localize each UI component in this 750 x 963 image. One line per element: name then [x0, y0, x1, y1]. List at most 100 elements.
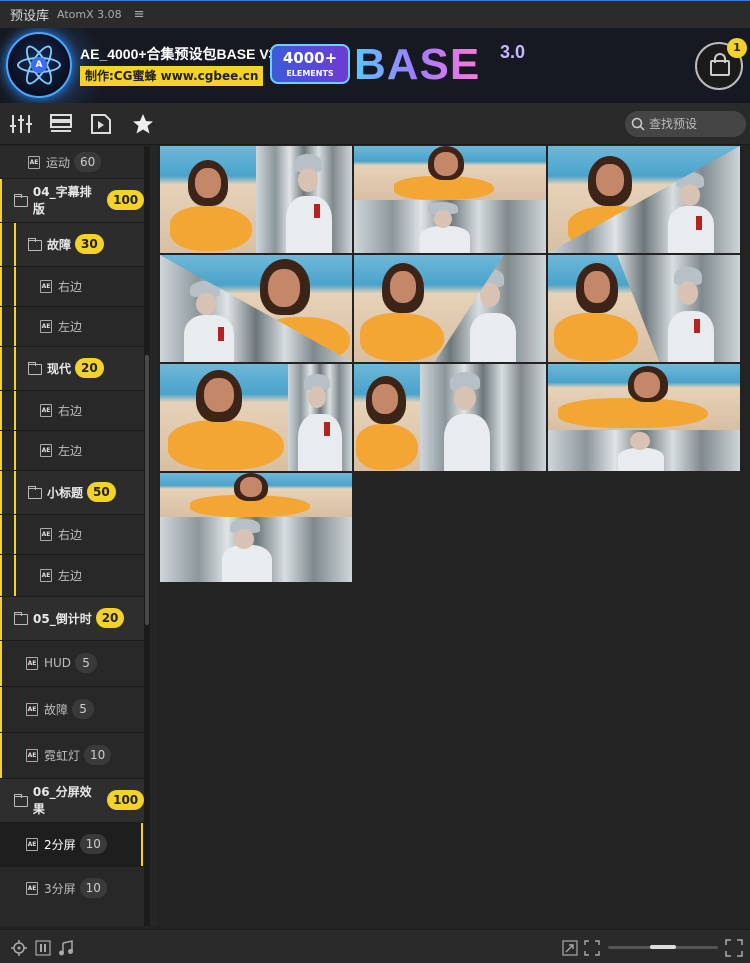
atomx-logo-icon: A — [6, 32, 72, 98]
sidebar-item-motion[interactable]: AE 运动 60 — [0, 146, 144, 178]
sidebar-item-label: 3分屏 — [44, 881, 76, 896]
sliders-icon[interactable] — [9, 112, 33, 136]
list-icon[interactable] — [49, 112, 73, 136]
count-badge: 100 — [107, 790, 144, 810]
count-badge: 10 — [79, 878, 107, 898]
cart-button[interactable]: 1 — [695, 38, 747, 90]
ae-file-icon: AE — [40, 279, 52, 293]
preset-thumbnail[interactable] — [548, 255, 740, 362]
sidebar-item-label: 运动 — [46, 155, 71, 170]
folder-icon — [14, 794, 28, 807]
preset-thumbnail[interactable] — [548, 146, 740, 253]
sidebar-item-right[interactable]: AE 右边 — [0, 390, 144, 430]
fullscreen-icon[interactable] — [725, 939, 743, 957]
folder-icon — [28, 486, 42, 499]
banner-subtitle: 制作:CG蜜蜂 www.cgbee.cn — [80, 66, 264, 86]
ae-file-icon: AE — [40, 443, 52, 457]
elements-badge: 4000+ ELEMENTS — [270, 44, 350, 84]
sidebar-scrollbar-thumb[interactable] — [145, 355, 149, 625]
sidebar-subcategory-modern[interactable]: 现代 20 — [0, 346, 144, 390]
ae-file-icon: AE — [40, 568, 52, 582]
app-title: 预设库 — [10, 9, 50, 24]
search-icon — [631, 117, 645, 131]
sidebar-item-right[interactable]: AE 右边 — [0, 266, 144, 306]
search-box[interactable] — [625, 111, 746, 137]
sidebar-item-left[interactable]: AE 左边 — [0, 554, 144, 596]
preset-thumbnail[interactable] — [354, 146, 546, 253]
base-version: 3.0 — [500, 42, 526, 62]
sidebar-item-label: 右边 — [58, 527, 83, 542]
preset-thumbnail[interactable] — [160, 473, 352, 582]
preset-thumbnail[interactable] — [160, 146, 352, 253]
music-icon[interactable] — [58, 940, 74, 956]
sidebar-subcategory-glitch[interactable]: 故障 30 — [0, 222, 144, 266]
sidebar-item-glitch[interactable]: AE 故障 5 — [0, 686, 144, 732]
promo-banner[interactable]: A AE_4000+合集预设包BASE V3 制作:CG蜜蜂 www.cgbee… — [0, 28, 750, 103]
count-badge: 10 — [84, 745, 112, 765]
count-badge: 20 — [75, 358, 104, 378]
preset-thumbnail[interactable] — [160, 255, 352, 362]
sidebar-item-label: 右边 — [58, 279, 83, 294]
folder-icon — [14, 612, 28, 625]
sidebar-item-label: 05_倒计时 — [33, 611, 92, 626]
target-icon[interactable] — [11, 940, 27, 956]
sidebar-category-subtitles[interactable]: 04_字幕排版 100 — [0, 178, 144, 222]
ae-file-icon: AE — [40, 403, 52, 417]
app-version: AtomX 3.08 — [57, 8, 122, 21]
sidebar-item-label: 左边 — [58, 443, 83, 458]
preset-thumbnail[interactable] — [354, 255, 546, 362]
count-badge: 10 — [79, 834, 107, 854]
sidebar-item-label: HUD — [44, 656, 72, 670]
ae-file-icon: AE — [26, 702, 38, 716]
sidebar-item-left[interactable]: AE 左边 — [0, 430, 144, 470]
sidebar-item-left[interactable]: AE 左边 — [0, 306, 144, 346]
base-logo-text: BASE — [354, 40, 481, 89]
ae-file-icon: AE — [28, 155, 40, 169]
preset-thumbnail[interactable] — [548, 364, 740, 471]
category-sidebar[interactable]: AE 运动 60 04_字幕排版 100 故障 30 AE 右边 AE 左边 现… — [0, 146, 158, 926]
count-badge: 60 — [74, 152, 102, 172]
compress-icon[interactable] — [562, 940, 578, 956]
menu-icon[interactable]: ≡ — [134, 7, 145, 22]
sidebar-item-label: 2分屏 — [44, 837, 76, 852]
ae-file-icon: AE — [26, 656, 38, 670]
sidebar-item-label: 04_字幕排版 — [32, 185, 92, 216]
sidebar-item-label: 左边 — [58, 568, 83, 583]
sidebar-item-hud[interactable]: AE HUD 5 — [0, 640, 144, 686]
expand-icon[interactable] — [584, 940, 600, 956]
sidebar-category-split-screen[interactable]: 06_分屏效果 100 — [0, 778, 144, 822]
sidebar-item-2-split[interactable]: AE 2分屏 10 — [0, 822, 144, 866]
search-input[interactable] — [649, 117, 739, 131]
pause-icon[interactable] — [35, 940, 51, 956]
ae-file-icon: AE — [26, 837, 38, 851]
star-icon[interactable] — [131, 112, 155, 136]
folder-icon — [14, 194, 28, 207]
sidebar-item-label: 左边 — [58, 319, 83, 334]
thumbnail-size-slider[interactable] — [608, 945, 718, 949]
sidebar-item-3-split[interactable]: AE 3分屏 10 — [0, 866, 144, 910]
preset-thumbnail[interactable] — [354, 364, 546, 471]
sidebar-item-right[interactable]: AE 右边 — [0, 514, 144, 554]
ae-file-icon: AE — [26, 748, 38, 762]
folder-icon — [28, 238, 42, 251]
video-icon[interactable] — [89, 112, 113, 136]
sidebar-category-countdown[interactable]: 05_倒计时 20 — [0, 596, 144, 640]
preset-thumbnail[interactable] — [160, 364, 352, 471]
slider-knob[interactable] — [650, 945, 676, 949]
ae-file-icon: AE — [26, 881, 38, 895]
sidebar-item-label: 小标题 — [47, 485, 84, 500]
count-badge: 50 — [87, 482, 116, 502]
count-badge: 5 — [72, 699, 95, 719]
sidebar-item-neon[interactable]: AE 霓虹灯 10 — [0, 732, 144, 778]
sidebar-item-label: 故障 — [44, 702, 69, 717]
count-badge: 20 — [95, 608, 125, 628]
cart-count-badge: 1 — [727, 38, 747, 58]
sidebar-item-label: 右边 — [58, 403, 83, 418]
banner-title: AE_4000+合集预设包BASE V3 — [80, 46, 277, 62]
sidebar-item-label: 现代 — [47, 361, 72, 376]
ae-file-icon: AE — [40, 527, 52, 541]
title-bar: 预设库 AtomX 3.08 ≡ — [0, 0, 750, 28]
sidebar-subcategory-lower-third[interactable]: 小标题 50 — [0, 470, 144, 514]
count-badge: 100 — [107, 190, 144, 210]
folder-icon — [28, 362, 42, 375]
